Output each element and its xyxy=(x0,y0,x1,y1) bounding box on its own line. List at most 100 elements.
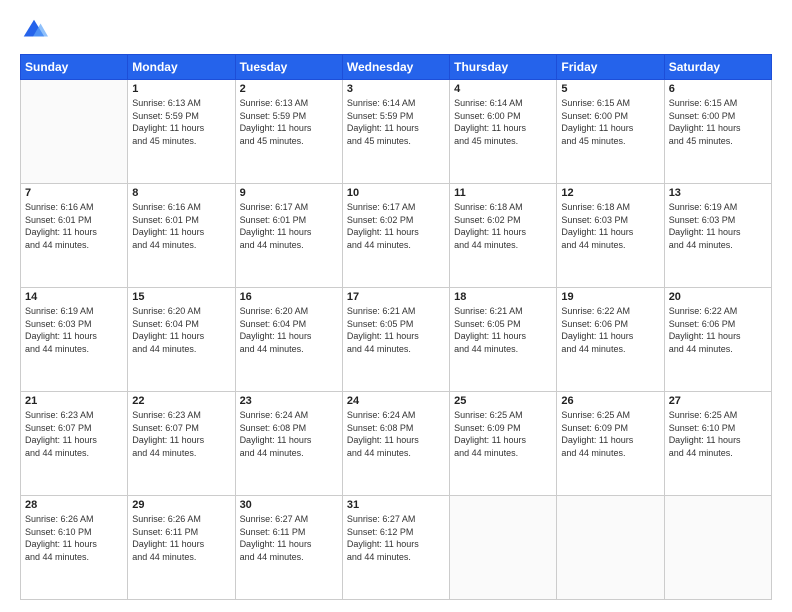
day-info: Sunrise: 6:15 AMSunset: 6:00 PMDaylight:… xyxy=(561,97,659,147)
calendar-cell: 11 Sunrise: 6:18 AMSunset: 6:02 PMDayligh… xyxy=(450,184,557,288)
logo xyxy=(20,16,52,44)
day-info: Sunrise: 6:16 AMSunset: 6:01 PMDaylight:… xyxy=(132,201,230,251)
calendar-header-row: SundayMondayTuesdayWednesdayThursdayFrid… xyxy=(21,55,772,80)
day-number: 15 xyxy=(132,291,230,303)
day-number: 8 xyxy=(132,187,230,199)
day-number: 4 xyxy=(454,83,552,95)
day-info: Sunrise: 6:25 AMSunset: 6:09 PMDaylight:… xyxy=(561,409,659,459)
day-info: Sunrise: 6:25 AMSunset: 6:10 PMDaylight:… xyxy=(669,409,767,459)
calendar-cell: 16Sunrise: 6:20 AMSunset: 6:04 PMDayligh… xyxy=(235,288,342,392)
day-info: Sunrise: 6:25 AMSunset: 6:09 PMDaylight:… xyxy=(454,409,552,459)
calendar-cell: 23Sunrise: 6:24 AMSunset: 6:08 PMDayligh… xyxy=(235,392,342,496)
day-info: Sunrise: 6:22 AMSunset: 6:06 PMDaylight:… xyxy=(669,305,767,355)
col-header-monday: Monday xyxy=(128,55,235,80)
week-row-4: 21 Sunrise: 6:23 AMSunset: 6:07 PMDayligh… xyxy=(21,392,772,496)
col-header-sunday: Sunday xyxy=(21,55,128,80)
day-info: Sunrise: 6:23 AMSunset: 6:07 PMDaylight:… xyxy=(25,409,123,459)
day-number: 31 xyxy=(347,499,445,511)
calendar-cell: 14Sunrise: 6:19 AMSunset: 6:03 PMDayligh… xyxy=(21,288,128,392)
day-info: Sunrise: 6:20 AMSunset: 6:04 PMDaylight:… xyxy=(132,305,230,355)
calendar-cell: 5 Sunrise: 6:15 AMSunset: 6:00 PMDaylight… xyxy=(557,80,664,184)
col-header-friday: Friday xyxy=(557,55,664,80)
day-number: 7 xyxy=(25,187,123,199)
calendar-cell: 27Sunrise: 6:25 AMSunset: 6:10 PMDayligh… xyxy=(664,392,771,496)
day-number: 21 xyxy=(25,395,123,407)
day-info: Sunrise: 6:16 AMSunset: 6:01 PMDaylight:… xyxy=(25,201,123,251)
calendar-cell: 26 Sunrise: 6:25 AMSunset: 6:09 PMDayligh… xyxy=(557,392,664,496)
calendar-cell: 12 Sunrise: 6:18 AMSunset: 6:03 PMDayligh… xyxy=(557,184,664,288)
col-header-thursday: Thursday xyxy=(450,55,557,80)
calendar-cell: 10 Sunrise: 6:17 AMSunset: 6:02 PMDayligh… xyxy=(342,184,449,288)
calendar-cell: 24Sunrise: 6:24 AMSunset: 6:08 PMDayligh… xyxy=(342,392,449,496)
calendar-cell: 13Sunrise: 6:19 AMSunset: 6:03 PMDayligh… xyxy=(664,184,771,288)
day-info: Sunrise: 6:24 AMSunset: 6:08 PMDaylight:… xyxy=(240,409,338,459)
calendar-cell: 3 Sunrise: 6:14 AMSunset: 5:59 PMDaylight… xyxy=(342,80,449,184)
day-info: Sunrise: 6:13 AMSunset: 5:59 PMDaylight:… xyxy=(240,97,338,147)
day-number: 16 xyxy=(240,291,338,303)
calendar-cell: 30 Sunrise: 6:27 AMSunset: 6:11 PMDayligh… xyxy=(235,496,342,600)
calendar-cell: 25 Sunrise: 6:25 AMSunset: 6:09 PMDayligh… xyxy=(450,392,557,496)
day-number: 12 xyxy=(561,187,659,199)
calendar-cell: 18 Sunrise: 6:21 AMSunset: 6:05 PMDayligh… xyxy=(450,288,557,392)
day-number: 18 xyxy=(454,291,552,303)
day-info: Sunrise: 6:27 AMSunset: 6:11 PMDaylight:… xyxy=(240,513,338,563)
day-number: 17 xyxy=(347,291,445,303)
day-number: 13 xyxy=(669,187,767,199)
day-info: Sunrise: 6:18 AMSunset: 6:02 PMDaylight:… xyxy=(454,201,552,251)
calendar-cell: 1 Sunrise: 6:13 AMSunset: 5:59 PMDaylight… xyxy=(128,80,235,184)
day-number: 30 xyxy=(240,499,338,511)
day-number: 22 xyxy=(132,395,230,407)
day-info: Sunrise: 6:21 AMSunset: 6:05 PMDaylight:… xyxy=(454,305,552,355)
day-number: 2 xyxy=(240,83,338,95)
calendar-cell: 20 Sunrise: 6:22 AMSunset: 6:06 PMDayligh… xyxy=(664,288,771,392)
page: SundayMondayTuesdayWednesdayThursdayFrid… xyxy=(0,0,792,612)
calendar-cell: 7 Sunrise: 6:16 AMSunset: 6:01 PMDaylight… xyxy=(21,184,128,288)
calendar-cell: 8 Sunrise: 6:16 AMSunset: 6:01 PMDaylight… xyxy=(128,184,235,288)
calendar-cell: 28 Sunrise: 6:26 AMSunset: 6:10 PMDayligh… xyxy=(21,496,128,600)
day-number: 29 xyxy=(132,499,230,511)
day-info: Sunrise: 6:27 AMSunset: 6:12 PMDaylight:… xyxy=(347,513,445,563)
calendar-cell xyxy=(664,496,771,600)
calendar-cell: 15 Sunrise: 6:20 AMSunset: 6:04 PMDayligh… xyxy=(128,288,235,392)
week-row-1: 1 Sunrise: 6:13 AMSunset: 5:59 PMDaylight… xyxy=(21,80,772,184)
day-info: Sunrise: 6:18 AMSunset: 6:03 PMDaylight:… xyxy=(561,201,659,251)
calendar-cell: 4 Sunrise: 6:14 AMSunset: 6:00 PMDaylight… xyxy=(450,80,557,184)
day-number: 20 xyxy=(669,291,767,303)
day-info: Sunrise: 6:15 AMSunset: 6:00 PMDaylight:… xyxy=(669,97,767,147)
col-header-saturday: Saturday xyxy=(664,55,771,80)
calendar-table: SundayMondayTuesdayWednesdayThursdayFrid… xyxy=(20,54,772,600)
calendar-cell: 9Sunrise: 6:17 AMSunset: 6:01 PMDaylight… xyxy=(235,184,342,288)
day-info: Sunrise: 6:26 AMSunset: 6:10 PMDaylight:… xyxy=(25,513,123,563)
day-info: Sunrise: 6:14 AMSunset: 5:59 PMDaylight:… xyxy=(347,97,445,147)
calendar-cell: 2 Sunrise: 6:13 AMSunset: 5:59 PMDaylight… xyxy=(235,80,342,184)
day-number: 19 xyxy=(561,291,659,303)
day-info: Sunrise: 6:13 AMSunset: 5:59 PMDaylight:… xyxy=(132,97,230,147)
day-number: 26 xyxy=(561,395,659,407)
day-number: 1 xyxy=(132,83,230,95)
calendar-cell: 29Sunrise: 6:26 AMSunset: 6:11 PMDayligh… xyxy=(128,496,235,600)
calendar-cell: 21 Sunrise: 6:23 AMSunset: 6:07 PMDayligh… xyxy=(21,392,128,496)
day-info: Sunrise: 6:23 AMSunset: 6:07 PMDaylight:… xyxy=(132,409,230,459)
week-row-2: 7 Sunrise: 6:16 AMSunset: 6:01 PMDaylight… xyxy=(21,184,772,288)
day-info: Sunrise: 6:14 AMSunset: 6:00 PMDaylight:… xyxy=(454,97,552,147)
calendar-cell: 17Sunrise: 6:21 AMSunset: 6:05 PMDayligh… xyxy=(342,288,449,392)
day-number: 5 xyxy=(561,83,659,95)
day-number: 10 xyxy=(347,187,445,199)
day-number: 11 xyxy=(454,187,552,199)
day-number: 9 xyxy=(240,187,338,199)
week-row-3: 14Sunrise: 6:19 AMSunset: 6:03 PMDayligh… xyxy=(21,288,772,392)
day-number: 25 xyxy=(454,395,552,407)
week-row-5: 28 Sunrise: 6:26 AMSunset: 6:10 PMDayligh… xyxy=(21,496,772,600)
calendar-cell xyxy=(21,80,128,184)
day-number: 3 xyxy=(347,83,445,95)
day-info: Sunrise: 6:17 AMSunset: 6:02 PMDaylight:… xyxy=(347,201,445,251)
col-header-tuesday: Tuesday xyxy=(235,55,342,80)
header xyxy=(20,16,772,44)
day-info: Sunrise: 6:22 AMSunset: 6:06 PMDaylight:… xyxy=(561,305,659,355)
calendar-cell xyxy=(450,496,557,600)
day-number: 24 xyxy=(347,395,445,407)
logo-icon xyxy=(20,16,48,44)
day-number: 28 xyxy=(25,499,123,511)
day-number: 6 xyxy=(669,83,767,95)
calendar-cell: 19 Sunrise: 6:22 AMSunset: 6:06 PMDayligh… xyxy=(557,288,664,392)
